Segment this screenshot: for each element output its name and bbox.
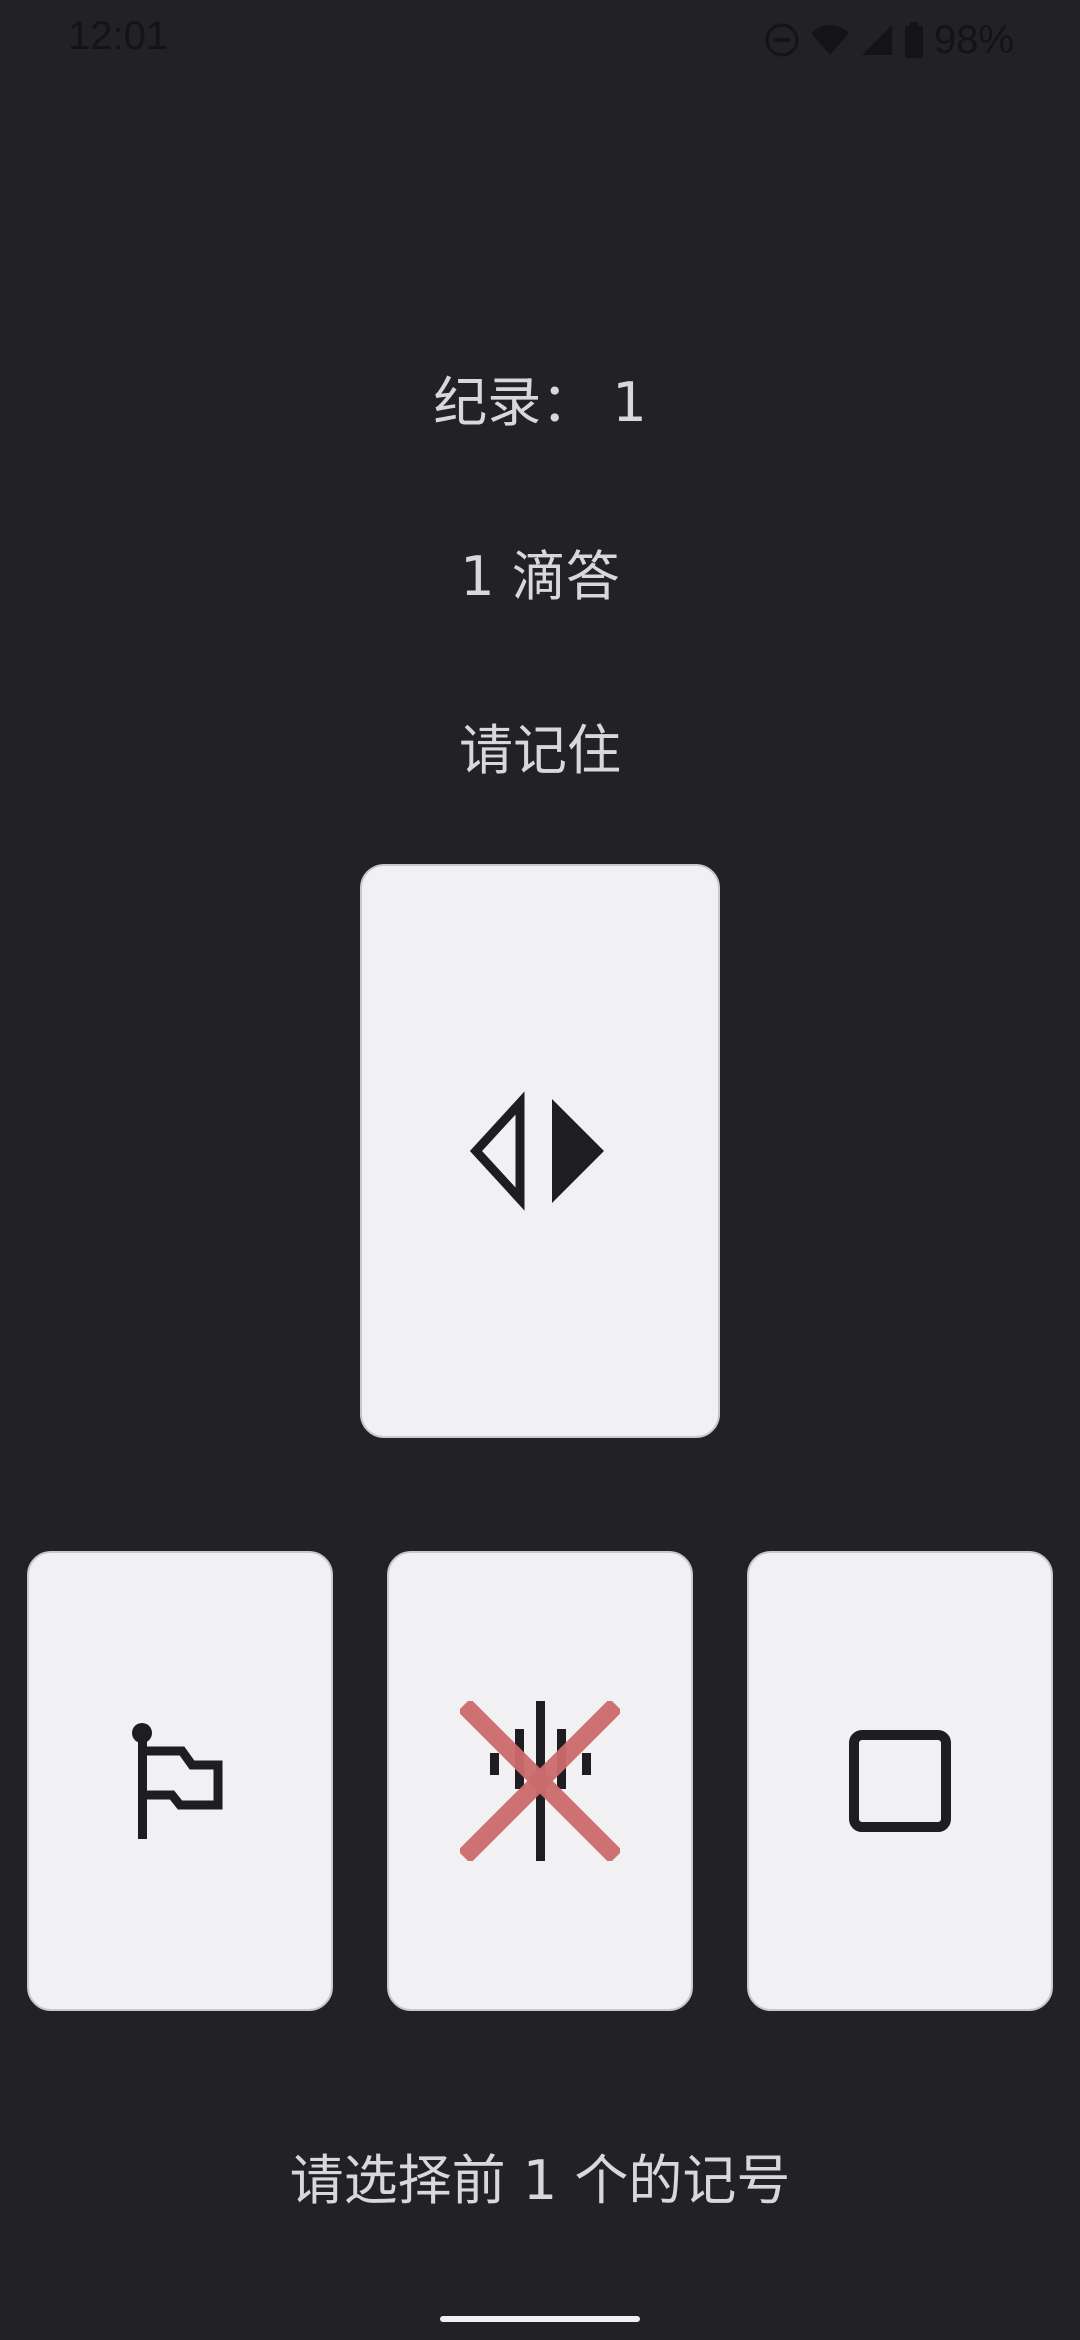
wifi-icon [810, 25, 849, 55]
split-diamond-icon [470, 1091, 604, 1211]
do-not-disturb-icon [765, 23, 799, 57]
option-card-flag[interactable] [27, 1551, 333, 2011]
signal-icon [861, 25, 892, 55]
drops-label: 1 滴答 [460, 545, 620, 608]
battery-percent: 98% [933, 17, 1014, 62]
record-label: 纪录： 1 [433, 371, 647, 434]
prompt-label: 请选择前 1 个的记号 [289, 2149, 791, 2212]
bars-icon [460, 1701, 620, 1861]
battery-icon [904, 22, 923, 58]
status-time: 12:01 [68, 14, 169, 58]
square-icon [849, 1730, 951, 1832]
target-card [360, 864, 720, 1438]
option-card-bars[interactable] [387, 1551, 693, 2011]
flag-icon [132, 1723, 223, 1839]
option-card-square[interactable] [747, 1551, 1053, 2011]
status-icons: 98% [764, 16, 1014, 64]
game-screen: 12:01 98% 纪录： 1 1 滴答 请记住 请选择前 1 个的记号 [0, 0, 1080, 2340]
status-bar: 12:01 98% [0, 0, 1080, 80]
remember-label: 请记住 [459, 719, 621, 782]
gesture-navigation-bar[interactable] [440, 2316, 640, 2322]
